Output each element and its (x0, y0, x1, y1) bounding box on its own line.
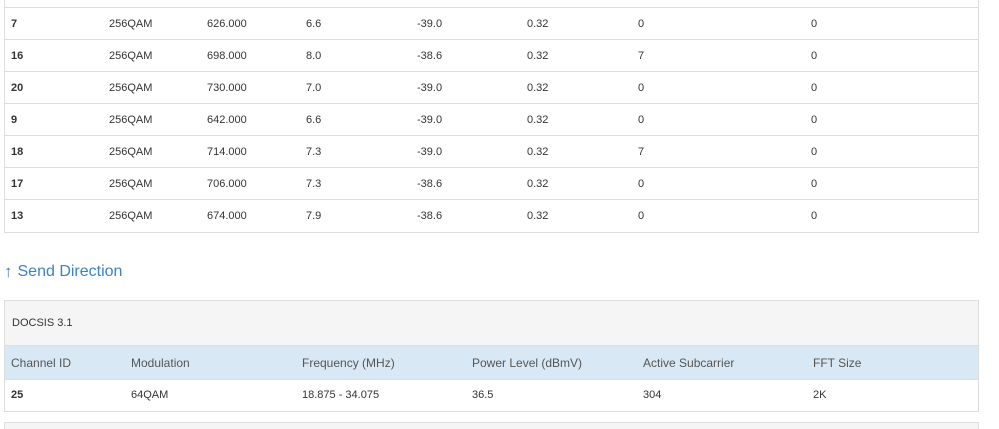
uncorrected-cell: 0 (811, 82, 818, 94)
symbol-rate-cell: 0.32 (527, 82, 549, 94)
modulation-cell: 256QAM (109, 114, 153, 126)
frequency-cell: 626.000 (207, 18, 247, 30)
modulation-cell: 64QAM (131, 389, 169, 401)
corrected-cell: 0 (638, 210, 645, 222)
modulation-cell: 256QAM (109, 146, 153, 158)
table-top-edge (5, 0, 978, 8)
active-subcarrier-cell: 304 (643, 389, 662, 401)
frequency-cell: 706.000 (207, 178, 247, 190)
symbol-rate-cell: 0.32 (527, 146, 549, 158)
modulation-cell: 256QAM (109, 82, 153, 94)
modulation-cell: 256QAM (109, 18, 153, 30)
channel-id-cell: 20 (11, 82, 24, 94)
modulation-cell: 256QAM (109, 50, 153, 62)
send-direction-panel: DOCSIS 3.1 Channel ID Modulation Frequen… (4, 300, 979, 412)
power-cell: 6.6 (306, 18, 322, 30)
frequency-cell: 642.000 (207, 114, 247, 126)
frequency-cell: 714.000 (207, 146, 247, 158)
uncorrected-cell: 0 (811, 146, 818, 158)
uncorrected-cell: 0 (811, 178, 818, 190)
symbol-rate-cell: 0.32 (527, 18, 549, 30)
docsis-panel-title: DOCSIS 3.1 (5, 301, 978, 346)
send-table-header: Channel ID Modulation Frequency (MHz) Po… (5, 346, 978, 380)
power-cell: 7.3 (306, 178, 322, 190)
modulation-cell: 256QAM (109, 178, 153, 190)
table-row: 18 256QAM 714.000 7.3 -39.0 0.32 7 0 (5, 136, 978, 168)
table-row: 16 256QAM 698.000 8.0 -38.6 0.32 7 0 (5, 40, 978, 72)
uncorrected-cell: 0 (811, 210, 818, 222)
channel-id-cell: 13 (11, 210, 24, 222)
table-row: 20 256QAM 730.000 7.0 -39.0 0.32 0 0 (5, 72, 978, 104)
send-direction-title: Send Direction (17, 263, 123, 280)
corrected-cell: 0 (638, 82, 645, 94)
channel-id-cell: 16 (11, 50, 24, 62)
snr-cell: -38.6 (417, 210, 443, 222)
channel-id-cell: 17 (11, 178, 24, 190)
col-header-power-level: Power Level (dBmV) (472, 356, 583, 370)
channel-id-cell: 7 (11, 18, 18, 30)
snr-cell: -38.6 (417, 178, 443, 190)
power-cell: 7.9 (306, 210, 322, 222)
frequency-cell: 18.875 - 34.075 (302, 389, 380, 401)
snr-cell: -38.6 (417, 50, 443, 62)
channel-id-cell: 25 (11, 389, 24, 401)
channel-id-cell: 9 (11, 114, 18, 126)
power-level-cell: 36.5 (472, 389, 494, 401)
corrected-cell: 7 (638, 146, 645, 158)
send-direction-heading: ↑ Send Direction (4, 260, 122, 284)
table-row: 9 256QAM 642.000 6.6 -39.0 0.32 0 0 (5, 104, 978, 136)
snr-cell: -39.0 (417, 146, 443, 158)
corrected-cell: 0 (638, 114, 645, 126)
col-header-modulation: Modulation (131, 356, 190, 370)
corrected-cell: 7 (638, 50, 645, 62)
frequency-cell: 730.000 (207, 82, 247, 94)
symbol-rate-cell: 0.32 (527, 114, 549, 126)
uncorrected-cell: 0 (811, 50, 818, 62)
modulation-cell: 256QAM (109, 210, 153, 222)
fft-size-cell: 2K (813, 389, 827, 401)
arrow-up-icon: ↑ (4, 262, 13, 281)
snr-cell: -39.0 (417, 114, 443, 126)
symbol-rate-cell: 0.32 (527, 50, 549, 62)
snr-cell: -39.0 (417, 82, 443, 94)
frequency-cell: 674.000 (207, 210, 247, 222)
col-header-fft-size: FFT Size (813, 356, 862, 370)
power-cell: 6.6 (306, 114, 322, 126)
col-header-frequency: Frequency (MHz) (302, 356, 395, 370)
channel-id-cell: 18 (11, 146, 24, 158)
symbol-rate-cell: 0.32 (527, 178, 549, 190)
col-header-channel-id: Channel ID (11, 356, 72, 370)
corrected-cell: 0 (638, 178, 645, 190)
table-row: 17 256QAM 706.000 7.3 -38.6 0.32 0 0 (5, 168, 978, 200)
symbol-rate-cell: 0.32 (527, 210, 549, 222)
receive-channel-table: 7 256QAM 626.000 6.6 -39.0 0.32 0 0 16 256QAM 698.… (4, 0, 979, 233)
corrected-cell: 0 (638, 18, 645, 30)
table-row: 7 256QAM 626.000 6.6 -39.0 0.32 0 0 (5, 8, 978, 40)
power-cell: 8.0 (306, 50, 322, 62)
table-row: 25 64QAM 18.875 - 34.075 36.5 304 2K (5, 380, 978, 411)
snr-cell: -39.0 (417, 18, 443, 30)
power-cell: 7.3 (306, 146, 322, 158)
uncorrected-cell: 0 (811, 18, 818, 30)
power-cell: 7.0 (306, 82, 322, 94)
uncorrected-cell: 0 (811, 114, 818, 126)
col-header-active-subcarrier: Active Subcarrier (643, 356, 735, 370)
next-panel-edge (4, 422, 979, 429)
table-row: 13 256QAM 674.000 7.9 -38.6 0.32 0 0 (5, 200, 978, 232)
frequency-cell: 698.000 (207, 50, 247, 62)
